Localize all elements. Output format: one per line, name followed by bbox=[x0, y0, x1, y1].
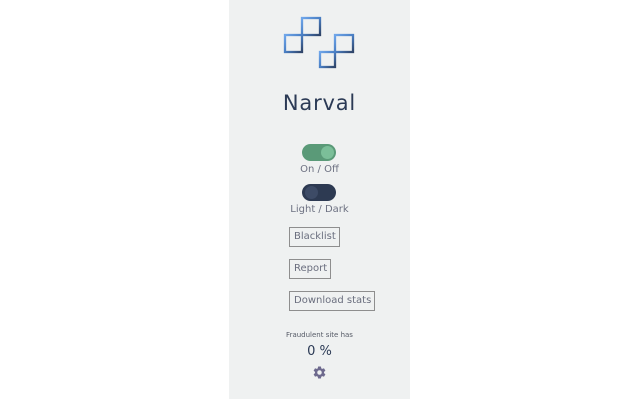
theme-toggle-label: Light / Dark bbox=[290, 204, 349, 215]
download-stats-button-wrap: Download stats bbox=[289, 288, 376, 311]
fraud-label: Fraudulent site has bbox=[286, 331, 353, 339]
blacklist-button-wrap: Blacklist bbox=[289, 224, 340, 247]
power-toggle-label: On / Off bbox=[300, 164, 339, 175]
theme-toggle-knob bbox=[305, 186, 319, 199]
power-toggle-knob bbox=[321, 146, 335, 159]
app-title: Narval bbox=[282, 91, 357, 115]
report-button-wrap: Report bbox=[289, 256, 332, 279]
popup-panel: Narval On / Off Light / Dark Blacklist R… bbox=[229, 0, 410, 399]
power-toggle-group: On / Off bbox=[300, 144, 339, 176]
power-toggle[interactable] bbox=[302, 144, 337, 161]
report-button[interactable]: Report bbox=[289, 259, 332, 279]
fraud-percentage: 0 % bbox=[307, 344, 332, 359]
theme-toggle[interactable] bbox=[302, 184, 337, 201]
download-stats-button[interactable]: Download stats bbox=[289, 291, 376, 311]
narval-logo-icon bbox=[282, 15, 357, 81]
blacklist-button[interactable]: Blacklist bbox=[289, 227, 340, 247]
gear-icon[interactable] bbox=[312, 365, 327, 380]
theme-toggle-group: Light / Dark bbox=[290, 184, 349, 216]
